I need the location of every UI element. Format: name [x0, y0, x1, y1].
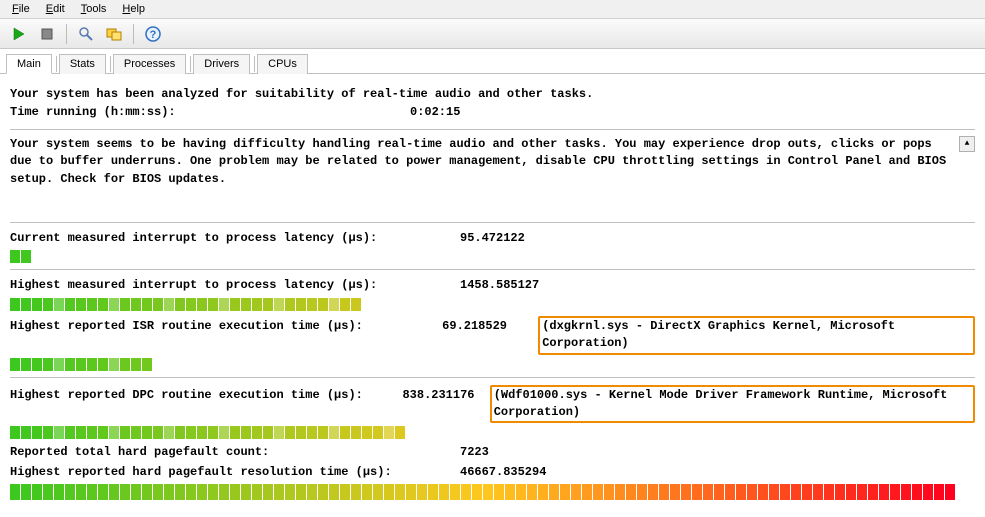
time-running-row: Time running (h:mm:ss): 0:02:15: [10, 103, 975, 122]
highest-dpc-value: 838.231176: [402, 387, 489, 404]
windows-button[interactable]: [101, 22, 127, 46]
highest-isr-value: 69.218529: [442, 318, 538, 335]
highest-isr-extra: (dxgkrnl.sys - DirectX Graphics Kernel, …: [538, 316, 975, 355]
highest-isr-row: Highest reported ISR routine execution t…: [10, 315, 975, 356]
menu-tools[interactable]: Tools: [73, 1, 115, 17]
play-button[interactable]: [6, 22, 32, 46]
separator: [10, 129, 975, 130]
bar-pagefault: [10, 484, 970, 500]
help-button[interactable]: ?: [140, 22, 166, 46]
highest-interrupt-value: 1458.585127: [460, 277, 560, 294]
pagefault-count-row: Reported total hard pagefault count: 722…: [10, 443, 975, 462]
stop-icon: [41, 28, 53, 40]
current-interrupt-value: 95.472122: [460, 230, 560, 247]
tab-cpus[interactable]: CPUs: [257, 54, 308, 74]
toolbar: ?: [0, 19, 985, 49]
highest-isr-label: Highest reported ISR routine execution t…: [10, 318, 442, 335]
bar-highest-interrupt: [10, 298, 970, 311]
intro-line: Your system has been analyzed for suitab…: [10, 86, 975, 103]
status-message: Your system seems to be having difficult…: [10, 136, 957, 188]
pagefault-time-label: Highest reported hard pagefault resoluti…: [10, 464, 460, 481]
separator: [10, 222, 975, 223]
scroll-up-button[interactable]: ▲: [959, 136, 975, 152]
windows-icon: [106, 26, 122, 42]
current-interrupt-label: Current measured interrupt to process la…: [10, 230, 460, 247]
highest-interrupt-row: Highest measured interrupt to process la…: [10, 276, 975, 295]
highest-dpc-extra: (Wdf01000.sys - Kernel Mode Driver Frame…: [490, 385, 975, 424]
separator: [10, 377, 975, 378]
magnifier-icon: [78, 26, 94, 42]
menu-help[interactable]: Help: [114, 1, 153, 17]
menubar: File Edit Tools Help: [0, 0, 985, 19]
toolbar-separator: [66, 24, 67, 44]
bar-highest-isr: [10, 358, 970, 371]
tab-stats[interactable]: Stats: [59, 54, 106, 74]
current-interrupt-row: Current measured interrupt to process la…: [10, 229, 975, 248]
menu-edit[interactable]: Edit: [38, 1, 73, 17]
stop-button[interactable]: [34, 22, 60, 46]
tab-main[interactable]: Main: [6, 54, 52, 74]
magnifier-button[interactable]: [73, 22, 99, 46]
pagefault-time-value: 46667.835294: [460, 464, 560, 481]
pagefault-count-label: Reported total hard pagefault count:: [10, 444, 460, 461]
time-running-value: 0:02:15: [410, 104, 510, 121]
main-content: Your system has been analyzed for suitab…: [0, 74, 985, 510]
highest-dpc-label: Highest reported DPC routine execution t…: [10, 387, 402, 404]
menu-file[interactable]: File: [4, 1, 38, 17]
separator: [10, 269, 975, 270]
highest-interrupt-label: Highest measured interrupt to process la…: [10, 277, 460, 294]
play-icon: [12, 27, 26, 41]
tab-bar: Main Stats Processes Drivers CPUs: [0, 49, 985, 74]
pagefault-count-value: 7223: [460, 444, 560, 461]
tab-drivers[interactable]: Drivers: [193, 54, 250, 74]
toolbar-separator: [133, 24, 134, 44]
pagefault-time-row: Highest reported hard pagefault resoluti…: [10, 463, 975, 482]
time-running-label: Time running (h:mm:ss):: [10, 104, 410, 121]
bar-highest-dpc: [10, 426, 970, 439]
bar-current-interrupt: [10, 250, 970, 263]
help-icon: ?: [145, 26, 161, 42]
svg-text:?: ?: [150, 29, 157, 41]
highest-dpc-row: Highest reported DPC routine execution t…: [10, 384, 975, 425]
tab-processes[interactable]: Processes: [113, 54, 186, 74]
